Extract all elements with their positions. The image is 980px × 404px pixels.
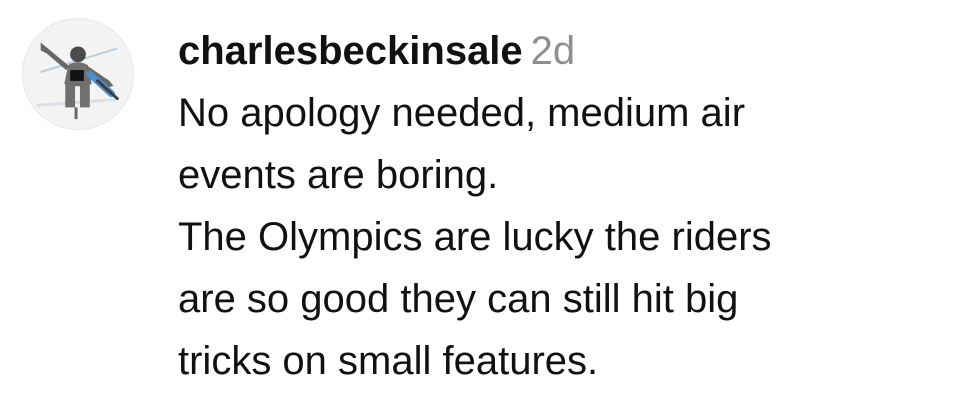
comment-text-line: tricks on small features.	[178, 339, 599, 383]
avatar-snowboarder-icon	[23, 19, 133, 129]
comment-header: charlesbeckinsale 2d	[178, 20, 968, 82]
username-link[interactable]: charlesbeckinsale	[178, 29, 523, 73]
avatar[interactable]	[22, 18, 134, 130]
comment-content: charlesbeckinsale 2d No apology needed, m…	[178, 20, 968, 392]
timestamp[interactable]: 2d	[531, 29, 576, 73]
comment-text-line: The Olympics are lucky the riders	[178, 215, 772, 259]
comment-text-line: are so good they can still hit big	[178, 277, 739, 321]
comment-text-line: No apology needed, medium air	[178, 91, 746, 135]
comment-card: charlesbeckinsale 2d No apology needed, m…	[0, 0, 980, 404]
comment-text-line: events are boring.	[178, 153, 499, 197]
